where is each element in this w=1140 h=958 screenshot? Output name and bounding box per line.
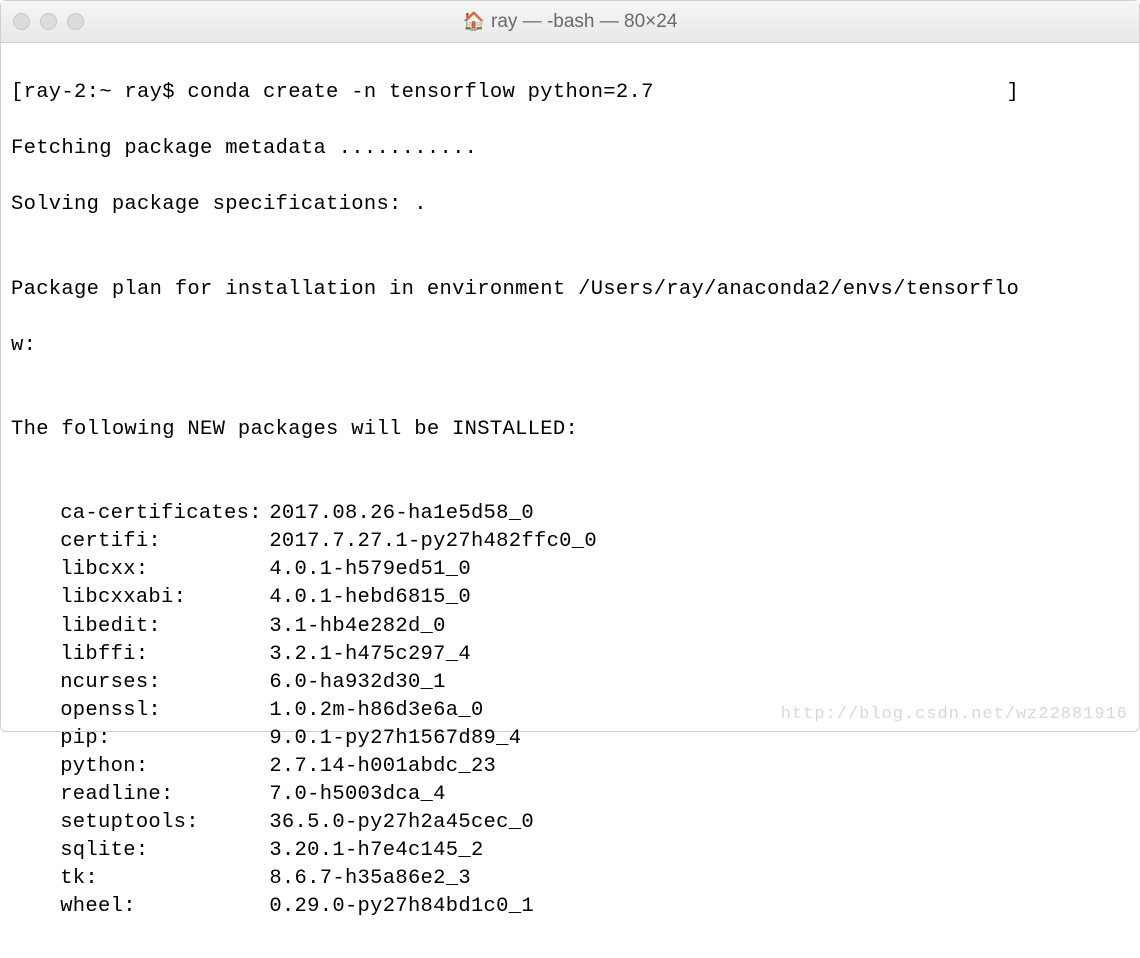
package-indent (11, 500, 60, 528)
package-row: libffi:3.2.1-h475c297_4 (11, 641, 1129, 669)
terminal-line-new-header: The following NEW packages will be INSTA… (11, 416, 1129, 444)
package-indent (11, 669, 60, 697)
package-row: ncurses:6.0-ha932d30_1 (11, 669, 1129, 697)
window-title-text: ray — -bash — 80×24 (491, 11, 677, 33)
package-version: 4.0.1-hebd6815_0 (269, 584, 471, 612)
package-row: python:2.7.14-h001abdc_23 (11, 753, 1129, 781)
package-name: libedit: (60, 613, 269, 641)
package-indent (11, 613, 60, 641)
package-version: 7.0-h5003dca_4 (269, 781, 445, 809)
package-row: wheel:0.29.0-py27h84bd1c0_1 (11, 893, 1129, 921)
terminal-line-plan1: Package plan for installation in environ… (11, 276, 1129, 304)
package-version: 3.1-hb4e282d_0 (269, 613, 445, 641)
package-name: libcxx: (60, 556, 269, 584)
package-indent (11, 528, 60, 556)
package-version: 4.0.1-h579ed51_0 (269, 556, 471, 584)
home-icon: 🏠 (463, 11, 485, 32)
package-version: 3.2.1-h475c297_4 (269, 641, 471, 669)
package-version: 2.7.14-h001abdc_23 (269, 753, 496, 781)
close-button[interactable] (13, 13, 30, 30)
package-version: 9.0.1-py27h1567d89_4 (269, 725, 521, 753)
package-version: 1.0.2m-h86d3e6a_0 (269, 697, 483, 725)
window-title-bar: 🏠 ray — -bash — 80×24 (1, 1, 1139, 43)
package-name: ncurses: (60, 669, 269, 697)
package-version: 8.6.7-h35a86e2_3 (269, 865, 471, 893)
package-row: readline:7.0-h5003dca_4 (11, 781, 1129, 809)
package-row: certifi:2017.7.27.1-py27h482ffc0_0 (11, 528, 1129, 556)
package-name: libffi: (60, 641, 269, 669)
package-indent (11, 837, 60, 865)
package-indent (11, 725, 60, 753)
window-title: 🏠 ray — -bash — 80×24 (1, 11, 1139, 33)
terminal-line-fetch: Fetching package metadata ........... (11, 135, 1129, 163)
package-row: tk:8.6.7-h35a86e2_3 (11, 865, 1129, 893)
package-version: 2017.08.26-ha1e5d58_0 (269, 500, 534, 528)
package-name: sqlite: (60, 837, 269, 865)
package-name: python: (60, 753, 269, 781)
package-name: openssl: (60, 697, 269, 725)
package-name: ca-certificates: (60, 500, 269, 528)
package-indent (11, 641, 60, 669)
package-name: certifi: (60, 528, 269, 556)
package-version: 0.29.0-py27h84bd1c0_1 (269, 893, 534, 921)
package-name: readline: (60, 781, 269, 809)
package-version: 2017.7.27.1-py27h482ffc0_0 (269, 528, 597, 556)
minimize-button[interactable] (40, 13, 57, 30)
terminal-line-plan2: w: (11, 332, 1129, 360)
package-indent (11, 893, 60, 921)
package-indent (11, 753, 60, 781)
package-row: libcxx:4.0.1-h579ed51_0 (11, 556, 1129, 584)
package-indent (11, 697, 60, 725)
package-row: libcxxabi:4.0.1-hebd6815_0 (11, 584, 1129, 612)
package-indent (11, 584, 60, 612)
package-name: tk: (60, 865, 269, 893)
maximize-button[interactable] (67, 13, 84, 30)
package-row: pip:9.0.1-py27h1567d89_4 (11, 725, 1129, 753)
package-indent (11, 865, 60, 893)
package-row: ca-certificates:2017.08.26-ha1e5d58_0 (11, 500, 1129, 528)
package-indent (11, 781, 60, 809)
package-version: 3.20.1-h7e4c145_2 (269, 837, 483, 865)
package-name: wheel: (60, 893, 269, 921)
package-indent (11, 809, 60, 837)
package-name: libcxxabi: (60, 584, 269, 612)
package-name: setuptools: (60, 809, 269, 837)
package-version: 6.0-ha932d30_1 (269, 669, 445, 697)
package-row: libedit:3.1-hb4e282d_0 (11, 613, 1129, 641)
package-row: sqlite:3.20.1-h7e4c145_2 (11, 837, 1129, 865)
traffic-lights (13, 13, 84, 30)
package-indent (11, 556, 60, 584)
package-version: 36.5.0-py27h2a45cec_0 (269, 809, 534, 837)
terminal-output[interactable]: [ray-2:~ ray$ conda create -n tensorflow… (1, 43, 1139, 958)
watermark-text: http://blog.csdn.net/wz22881916 (781, 705, 1128, 724)
terminal-line-solve: Solving package specifications: . (11, 191, 1129, 219)
terminal-line-prompt: [ray-2:~ ray$ conda create -n tensorflow… (11, 79, 1129, 107)
package-row: setuptools:36.5.0-py27h2a45cec_0 (11, 809, 1129, 837)
package-name: pip: (60, 725, 269, 753)
